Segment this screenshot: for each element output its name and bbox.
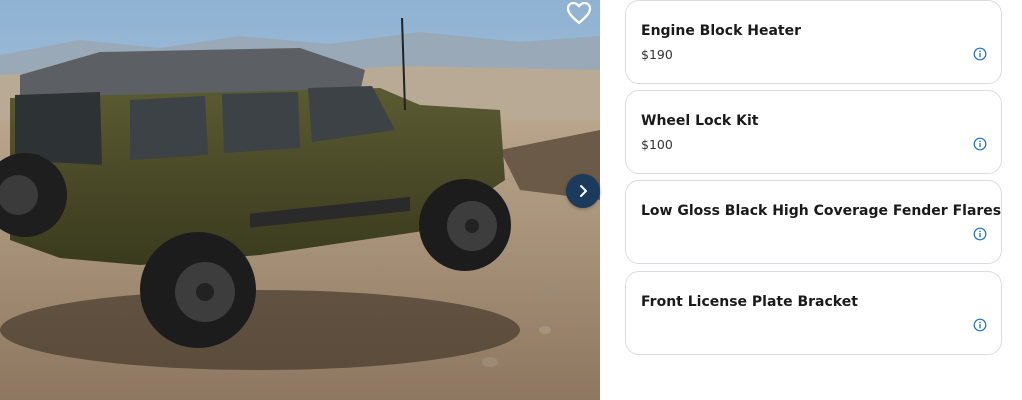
- accessory-card-engine-block-heater[interactable]: Engine Block Heater $190: [625, 0, 1002, 84]
- accessory-title: Front License Plate Bracket: [641, 294, 858, 310]
- accessory-title: Wheel Lock Kit: [641, 113, 759, 129]
- info-icon[interactable]: [973, 227, 987, 241]
- info-icon[interactable]: [973, 137, 987, 151]
- accessory-card-fender-flares[interactable]: Low Gloss Black High Coverage Fender Fla…: [625, 180, 1002, 264]
- accessory-card-front-license-plate-bracket[interactable]: Front License Plate Bracket: [625, 271, 1002, 355]
- accessory-price: $190: [641, 47, 673, 62]
- accessory-title: Low Gloss Black High Coverage Fender Fla…: [641, 203, 1002, 219]
- vehicle-image: [0, 0, 600, 400]
- accessory-price: $100: [641, 137, 673, 152]
- accessory-title: Engine Block Heater: [641, 23, 802, 39]
- heart-outline-icon: [566, 1, 592, 25]
- next-image-button[interactable]: [566, 174, 600, 208]
- favorite-button[interactable]: [565, 0, 593, 26]
- info-icon[interactable]: [973, 318, 987, 332]
- info-icon[interactable]: [973, 47, 987, 61]
- accessory-card-wheel-lock-kit[interactable]: Wheel Lock Kit $100: [625, 90, 1002, 174]
- chevron-right-icon: [580, 185, 587, 197]
